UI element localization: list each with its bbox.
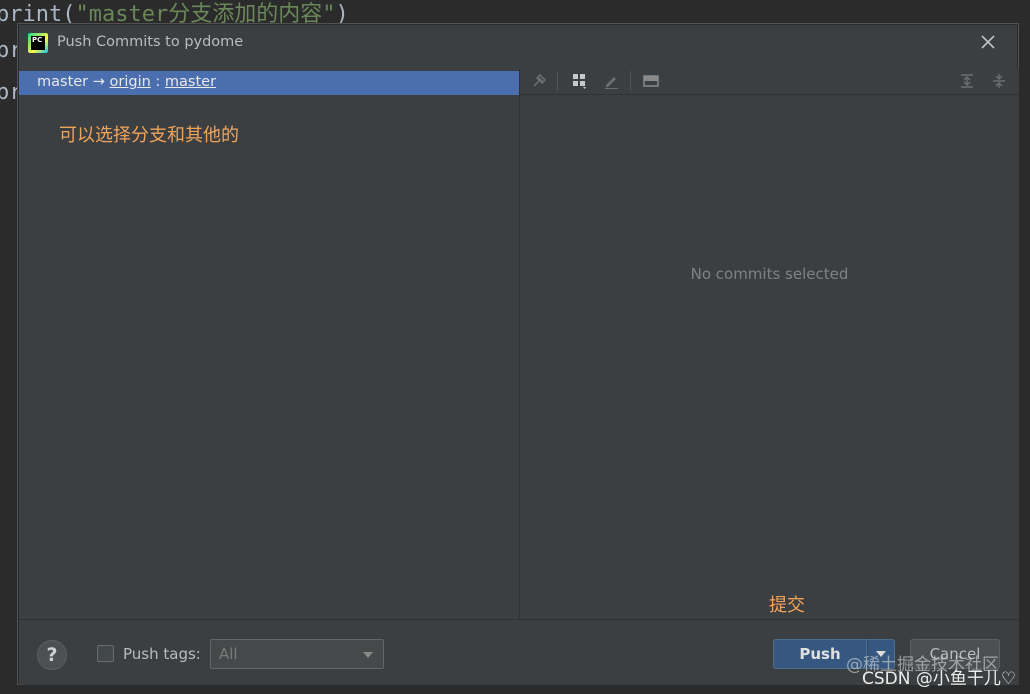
dialog-titlebar: PC Push Commits to pydome [19,25,1019,69]
toolbar-separator [630,71,631,91]
preview-icon[interactable] [640,71,662,91]
remote-separator: : [155,74,161,90]
push-commits-dialog: PC Push Commits to pydome master → origi… [18,24,1019,685]
details-toolbar [520,69,1019,95]
toolbar-separator [557,71,558,91]
edit-icon[interactable] [600,71,622,91]
tags-select[interactable]: All [210,639,384,669]
group-icon[interactable] [569,71,591,91]
close-button[interactable] [977,31,999,53]
expand-all-icon[interactable] [956,71,978,91]
remote-link[interactable]: origin [110,74,151,90]
push-tags-label: Push tags: [123,645,201,663]
close-icon [981,35,995,49]
remote-branch-link[interactable]: master [165,74,216,90]
branch-arrow: → [92,74,105,90]
help-button[interactable]: ? [37,640,67,670]
local-branch: master [37,74,89,90]
no-commits-message: No commits selected [690,265,849,283]
branch-row-selected[interactable]: master → origin : master [19,71,519,95]
pycharm-app-icon: PC [28,33,48,53]
tags-select-value: All [219,645,238,663]
watermark-csdn: CSDN @小鱼干儿♡ [862,669,1017,689]
annotation-right: 提交 [769,595,805,616]
branch-tree-panel: master → origin : master 可以选择分支和其他的 [19,69,519,619]
annotation-left: 可以选择分支和其他的 [59,125,239,146]
app-icon-text: PC [31,36,45,50]
push-tags-checkbox[interactable] [97,645,114,662]
dialog-title: Push Commits to pydome [57,34,244,50]
commit-details-panel: No commits selected [520,69,1019,619]
pin-icon[interactable] [528,71,550,91]
collapse-all-icon[interactable] [988,71,1010,91]
chevron-down-icon [363,652,373,658]
